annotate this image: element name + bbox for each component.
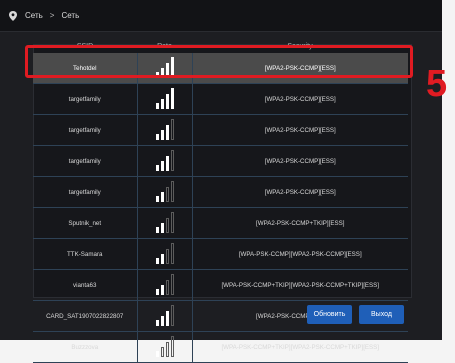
signal-bar bbox=[155, 258, 159, 264]
network-ssid: targetfamily bbox=[33, 114, 138, 146]
network-signal bbox=[137, 176, 193, 208]
signal-bar bbox=[165, 125, 169, 140]
signal-bar bbox=[160, 223, 164, 233]
network-ssid: TTK-Samara bbox=[33, 238, 138, 270]
signal-bar bbox=[165, 218, 169, 233]
table-row[interactable]: Sputnik_net [WPA2-PSK-CCMP+TKIP][ESS] bbox=[33, 207, 408, 239]
signal-bar bbox=[160, 254, 164, 264]
breadcrumb: Сеть > Сеть bbox=[0, 0, 442, 32]
table-row[interactable]: Buzzzova [WPA-PSK-CCMP+TKIP][WPA2-PSK-CCM… bbox=[33, 331, 408, 363]
signal-strength-icon bbox=[155, 211, 174, 233]
network-ssid: Buzzzova bbox=[33, 331, 138, 363]
network-ssid: targetfamily bbox=[33, 145, 138, 177]
signal-strength-icon bbox=[155, 304, 174, 326]
signal-bar bbox=[165, 342, 169, 357]
signal-bar bbox=[170, 336, 174, 357]
network-security: [WPA2-PSK-CCMP][ESS] bbox=[192, 83, 408, 115]
signal-bar bbox=[170, 88, 174, 109]
network-security: [WPA-PSK-CCMP+TKIP][WPA2-PSK-CCMP+TKIP][… bbox=[192, 331, 408, 363]
table-row[interactable]: targetfamily [WPA2-PSK-CCMP][ESS] bbox=[33, 83, 408, 115]
network-ssid: targetfamily bbox=[33, 83, 138, 115]
signal-bar bbox=[170, 274, 174, 295]
signal-bar bbox=[170, 243, 174, 264]
signal-bar bbox=[160, 130, 164, 140]
network-ssid: vianta63 bbox=[33, 269, 138, 301]
signal-bar bbox=[155, 227, 159, 233]
signal-strength-icon bbox=[155, 273, 174, 295]
signal-bar bbox=[165, 249, 169, 264]
signal-bar bbox=[160, 316, 164, 326]
signal-strength-icon bbox=[155, 335, 174, 357]
table-row[interactable]: targetfamily [WPA2-PSK-CCMP][ESS] bbox=[33, 176, 408, 208]
table-row[interactable]: targetfamily [WPA2-PSK-CCMP][ESS] bbox=[33, 114, 408, 146]
signal-bar bbox=[155, 351, 159, 357]
network-signal bbox=[137, 114, 193, 146]
signal-bar bbox=[165, 311, 169, 326]
table-row[interactable]: TTK-Samara [WPA-PSK-CCMP][WPA2-PSK-CCMP][… bbox=[33, 238, 408, 270]
network-security: [WPA2-PSK-CCMP][ESS] bbox=[192, 176, 408, 208]
network-signal bbox=[137, 145, 193, 177]
network-security: [WPA-PSK-CCMP+TKIP][WPA2-PSK-CCMP+TKIP][… bbox=[192, 269, 408, 301]
network-security: [WPA2-PSK-CCMP+TKIP][ESS] bbox=[192, 207, 408, 239]
signal-bar bbox=[170, 305, 174, 326]
signal-bar bbox=[170, 119, 174, 140]
signal-bar bbox=[155, 134, 159, 140]
signal-bar bbox=[160, 192, 164, 202]
signal-bar bbox=[165, 156, 169, 171]
breadcrumb-separator: > bbox=[49, 11, 55, 20]
network-signal bbox=[137, 238, 193, 270]
signal-strength-icon bbox=[155, 149, 174, 171]
refresh-button[interactable]: Обновить bbox=[307, 305, 352, 324]
network-signal bbox=[137, 83, 193, 115]
signal-bar bbox=[170, 212, 174, 233]
network-signal bbox=[137, 300, 193, 332]
network-ssid: Sputnik_net bbox=[33, 207, 138, 239]
step-number-annotation: 5 bbox=[426, 63, 448, 105]
network-security: [WPA2-PSK-CCMP][ESS] bbox=[192, 114, 408, 146]
breadcrumb-network[interactable]: Сеть bbox=[25, 11, 43, 20]
signal-bar bbox=[160, 99, 164, 109]
signal-bar bbox=[160, 161, 164, 171]
signal-bar bbox=[160, 285, 164, 295]
signal-bar bbox=[165, 280, 169, 295]
signal-bar bbox=[155, 103, 159, 109]
signal-strength-icon bbox=[155, 87, 174, 109]
table-row[interactable]: targetfamily [WPA2-PSK-CCMP][ESS] bbox=[33, 145, 408, 177]
network-signal bbox=[137, 207, 193, 239]
signal-bar bbox=[155, 289, 159, 295]
signal-bar bbox=[155, 165, 159, 171]
selection-highlight-annotation bbox=[25, 45, 413, 78]
signal-bar bbox=[160, 347, 164, 357]
breadcrumb-network-current: Сеть bbox=[61, 11, 80, 20]
location-pin-icon bbox=[9, 10, 17, 21]
table-row[interactable]: vianta63 [WPA-PSK-CCMP+TKIP][WPA2-PSK-CCM… bbox=[33, 269, 408, 301]
signal-bar bbox=[155, 196, 159, 202]
signal-strength-icon bbox=[155, 180, 174, 202]
signal-bar bbox=[155, 320, 159, 326]
network-ssid: CARD_SAT1907022822807 bbox=[33, 300, 138, 332]
network-signal bbox=[137, 269, 193, 301]
signal-bar bbox=[165, 94, 169, 109]
network-ssid: targetfamily bbox=[33, 176, 138, 208]
signal-bar bbox=[170, 181, 174, 202]
signal-strength-icon bbox=[155, 242, 174, 264]
network-security: [WPA2-PSK-CCMP][ESS] bbox=[192, 145, 408, 177]
signal-bar bbox=[165, 187, 169, 202]
network-security: [WPA-PSK-CCMP][WPA2-PSK-CCMP][ESS] bbox=[192, 238, 408, 270]
signal-strength-icon bbox=[155, 118, 174, 140]
exit-button[interactable]: Выход bbox=[359, 305, 404, 324]
signal-bar bbox=[170, 150, 174, 171]
network-signal bbox=[137, 331, 193, 363]
